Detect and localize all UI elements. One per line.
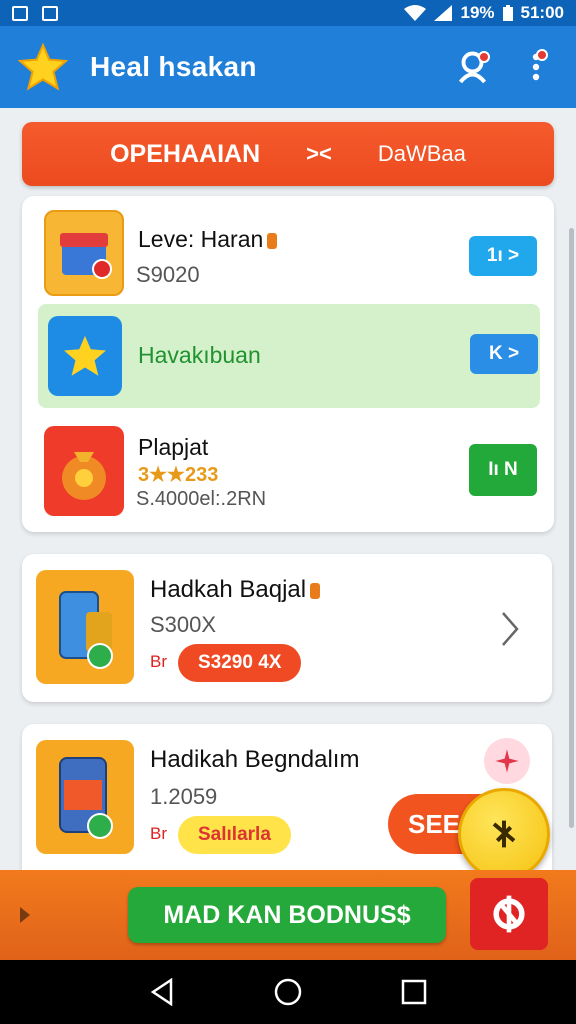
profile-search-button[interactable] xyxy=(452,45,496,89)
banner-right-text: DaWBaa xyxy=(377,141,466,166)
offers-card: Leve: Haran S9020 1ı > Havakıbuan K > Pl… xyxy=(22,196,554,532)
scrollbar[interactable] xyxy=(569,228,574,828)
card-title: Hadkah Baqjal xyxy=(150,576,307,603)
card-price: 1.2059 xyxy=(150,784,218,809)
chest-icon xyxy=(60,233,112,279)
money-bag-icon xyxy=(62,452,106,500)
star-icon xyxy=(63,335,107,376)
back-icon[interactable] xyxy=(149,978,175,1006)
list-item[interactable]: Plapjat 3★★233 S.4000el:.2RN Iı N xyxy=(22,420,554,528)
star-icon xyxy=(18,43,68,91)
phone-icon xyxy=(59,757,113,839)
notification-dot xyxy=(478,51,490,63)
row-title: Plapjat xyxy=(138,434,209,460)
system-nav-bar xyxy=(0,960,576,1024)
home-icon[interactable] xyxy=(273,977,303,1007)
battery-percent: 19% xyxy=(460,3,495,22)
currency-label: Br xyxy=(150,824,167,843)
arrow-left-icon xyxy=(20,907,30,923)
see-label: SEE xyxy=(408,808,461,839)
promo-banner[interactable]: OPEHAAIAN >< DaWBaa xyxy=(22,122,554,186)
coin-fab[interactable] xyxy=(458,788,550,880)
list-item[interactable]: Leve: Haran S9020 1ı > xyxy=(22,204,554,304)
card-price: S300X xyxy=(150,612,217,637)
wifi-icon xyxy=(404,5,427,21)
badge-icon xyxy=(310,582,321,599)
list-item-highlighted[interactable]: Havakıbuan K > xyxy=(38,304,540,408)
row-title: Havakıbuan xyxy=(138,342,261,368)
chest-thumbnail xyxy=(44,210,124,296)
content-area[interactable]: OPEHAAIAN >< DaWBaa Leve: Haran S9020 1ı… xyxy=(0,108,576,960)
price-tag[interactable]: S3290 4X xyxy=(178,644,302,682)
price-tag[interactable]: Salılarla xyxy=(178,816,291,854)
gallery-icon xyxy=(12,5,28,21)
row-action-button[interactable]: 1ı > xyxy=(469,236,537,276)
currency-label: Br xyxy=(150,652,167,671)
row-stars: 3★★233 xyxy=(138,464,219,486)
bag-thumbnail xyxy=(44,426,124,516)
row-price: S.4000el:.2RN xyxy=(136,488,267,510)
badge-icon xyxy=(267,232,278,249)
row-title: Leve: Haran xyxy=(138,226,264,252)
status-bar: 19% 51:00 xyxy=(0,0,576,26)
star-thumbnail xyxy=(48,316,122,396)
recents-icon[interactable] xyxy=(401,979,427,1005)
app-title: Heal hsakan xyxy=(90,51,257,82)
bonus-bar: MAD KAN BODNUS$ xyxy=(0,870,576,960)
notification-icon xyxy=(42,5,58,21)
sparkle-icon xyxy=(495,749,519,773)
lightning-icon xyxy=(492,820,516,848)
notification-dot xyxy=(536,49,548,61)
banner-mid-text: >< xyxy=(306,141,332,166)
row-price: S9020 xyxy=(136,262,200,287)
chevron-right-icon[interactable] xyxy=(500,610,520,648)
bonus-button[interactable]: MAD KAN BODNUS$ xyxy=(128,887,446,943)
card-title: Hadikah Begndalım xyxy=(150,746,360,773)
app-bar: Heal hsakan xyxy=(0,26,576,108)
more-options-button[interactable] xyxy=(514,45,558,89)
gift-icon xyxy=(493,895,525,933)
clock: 51:00 xyxy=(520,3,564,22)
phone-tool-icon xyxy=(59,591,113,669)
product-thumbnail xyxy=(36,740,134,854)
signal-icon xyxy=(434,5,453,21)
gift-button[interactable] xyxy=(470,878,548,950)
product-thumbnail xyxy=(36,570,134,684)
row-action-button[interactable]: Iı N xyxy=(469,444,537,496)
product-card[interactable]: Hadkah Baqjal S300X Br S3290 4X xyxy=(22,554,552,702)
banner-left-text: OPEHAAIAN xyxy=(110,139,261,168)
row-action-button[interactable]: K > xyxy=(470,334,538,374)
battery-icon xyxy=(502,5,513,21)
favorite-button[interactable] xyxy=(484,738,530,784)
